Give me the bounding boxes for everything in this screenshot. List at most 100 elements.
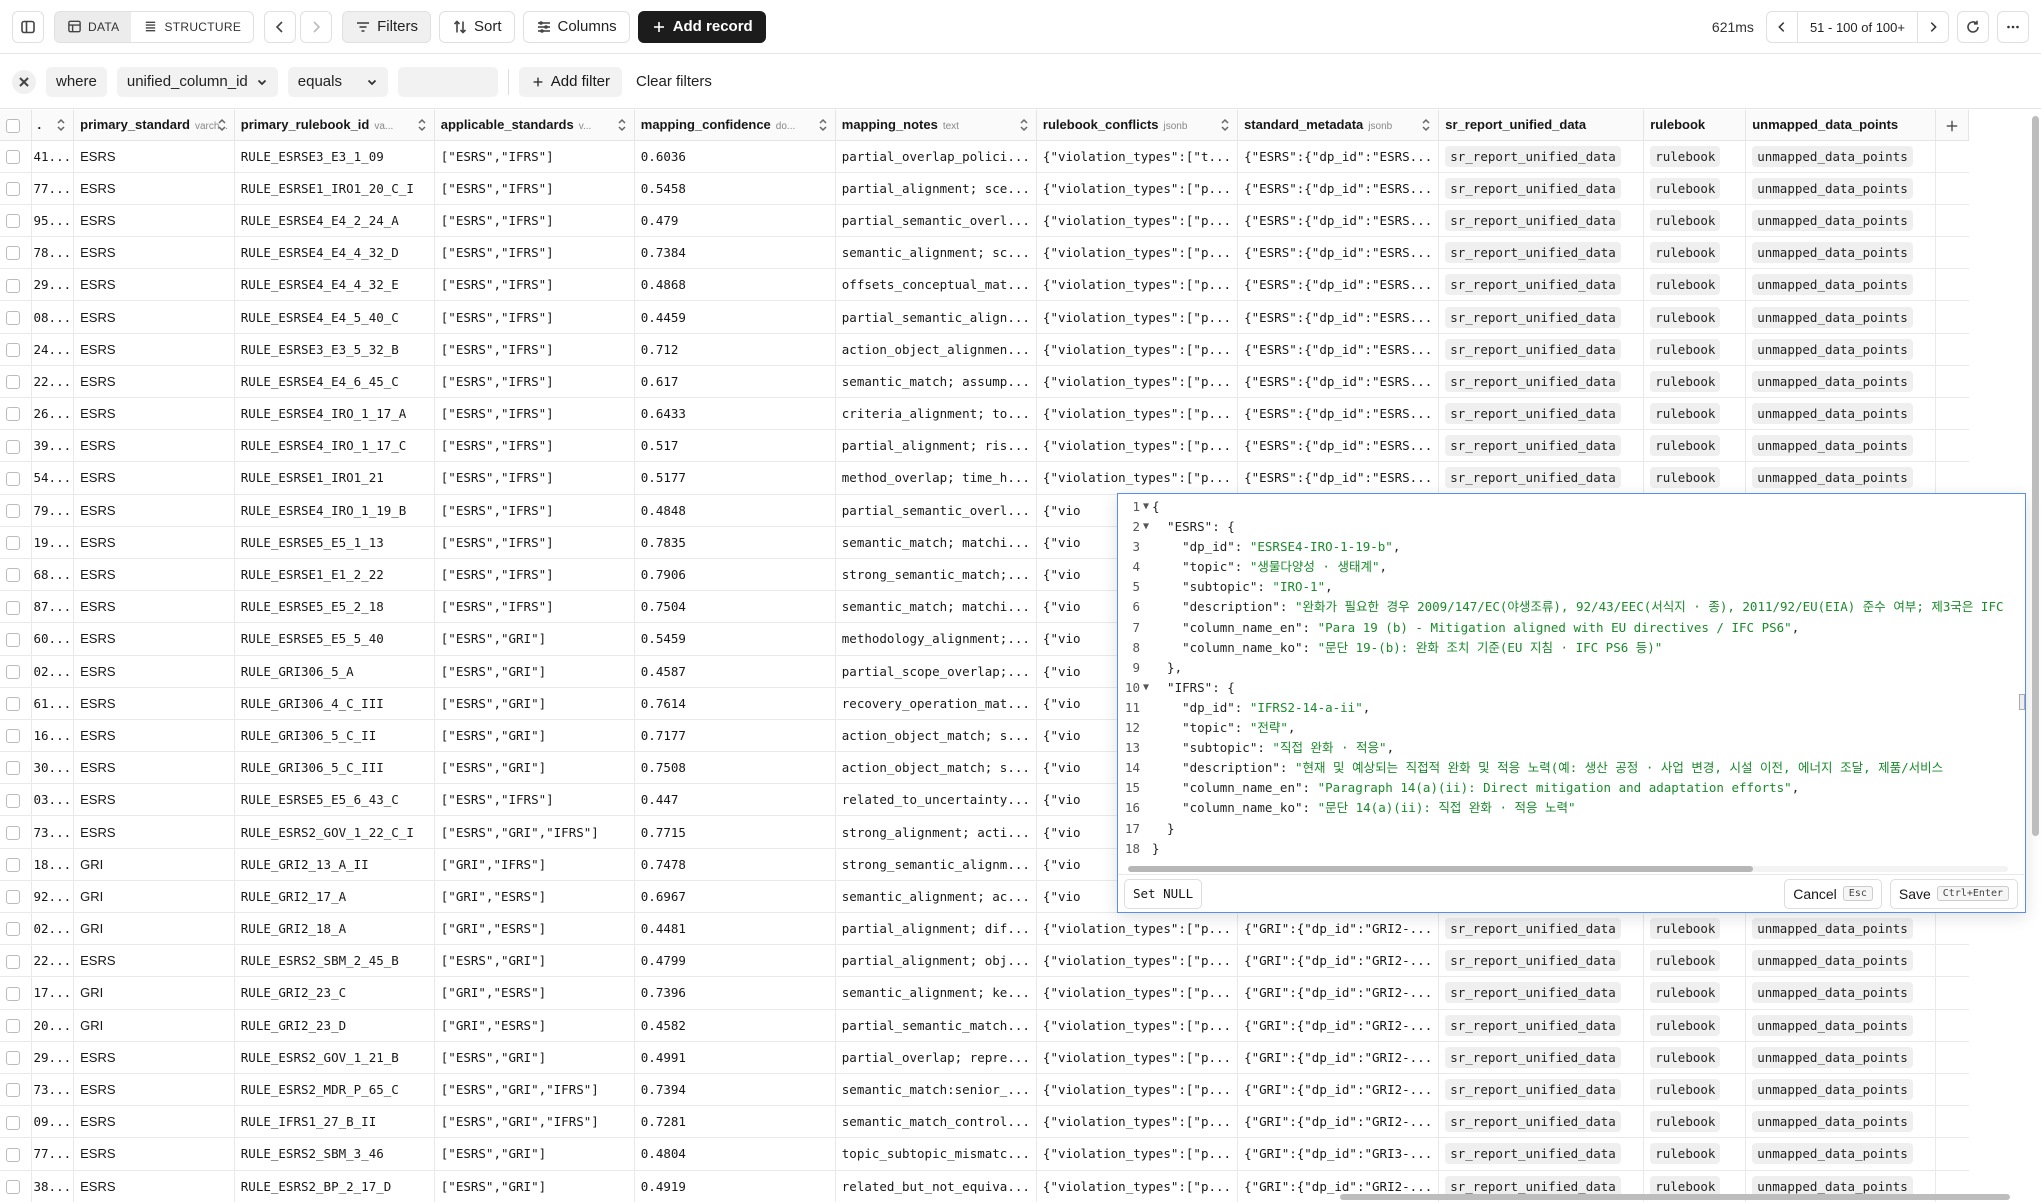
applicable-standards-cell[interactable]: ["ESRS","IFRS"]: [434, 236, 635, 270]
code-line[interactable]: 5 "subtopic": "IRO-1",: [1118, 577, 2024, 597]
standard-metadata-cell[interactable]: {"GRI":{"dp_id":"GRI2-...: [1237, 1041, 1440, 1074]
remove-filter-button[interactable]: [12, 69, 36, 94]
mapping-notes-cell[interactable]: partial_scope_overlap;...: [835, 655, 1037, 688]
primary-rulebook-id-cell[interactable]: RULE_ESRSE5_E5_5_40: [234, 622, 435, 656]
row-checkbox[interactable]: [6, 182, 20, 197]
rulebook-link[interactable]: rulebook: [1643, 397, 1747, 431]
standard-metadata-cell[interactable]: {"GRI":{"dp_id":"GRI2-...: [1237, 944, 1440, 978]
row-select[interactable]: [0, 590, 32, 624]
row-id[interactable]: 92...: [31, 880, 75, 914]
primary-rulebook-id-cell[interactable]: RULE_ESRSE4_E4_4_32_E: [234, 268, 435, 302]
rulebook-link[interactable]: rulebook: [1643, 300, 1747, 334]
primary-rulebook-id-cell[interactable]: RULE_ESRSE1_IRO1_20_C_I: [234, 172, 435, 205]
rulebook-link[interactable]: rulebook: [1643, 429, 1747, 463]
unmapped-data-points-link[interactable]: unmapped_data_points: [1745, 429, 1937, 463]
rulebook-link[interactable]: rulebook: [1643, 268, 1747, 302]
rulebook-conflicts-cell[interactable]: {"violation_types":["p...: [1036, 1105, 1239, 1139]
relation-chip[interactable]: sr_report_unified_data: [1445, 950, 1621, 972]
relation-chip[interactable]: unmapped_data_points: [1752, 467, 1913, 489]
relation-chip[interactable]: rulebook: [1650, 1111, 1721, 1133]
rulebook-link[interactable]: rulebook: [1643, 140, 1747, 173]
relation-chip[interactable]: sr_report_unified_data: [1445, 467, 1621, 489]
table-row[interactable]: 08... ESRS RULE_ESRSE4_E4_5_40_C ["ESRS","I…: [0, 300, 1969, 334]
editor-horizontal-scrollbar[interactable]: [1128, 866, 2008, 872]
applicable-standards-cell[interactable]: ["ESRS","GRI"]: [434, 719, 635, 753]
relation-chip[interactable]: unmapped_data_points: [1752, 242, 1913, 264]
primary-rulebook-id-cell[interactable]: RULE_ESRSE4_IRO_1_17_A: [234, 397, 435, 431]
primary-rulebook-id-cell[interactable]: RULE_ESRSE4_IRO_1_19_B: [234, 494, 435, 527]
relation-chip[interactable]: unmapped_data_points: [1752, 982, 1913, 1004]
standard-metadata-cell[interactable]: {"ESRS":{"dp_id":"ESRS...: [1237, 236, 1440, 270]
relation-chip[interactable]: unmapped_data_points: [1752, 1079, 1913, 1101]
primary-standard-cell[interactable]: ESRS: [73, 558, 235, 592]
relation-chip[interactable]: sr_report_unified_data: [1445, 145, 1621, 167]
primary-standard-cell[interactable]: ESRS: [73, 751, 235, 785]
relation-chip[interactable]: sr_report_unified_data: [1445, 1046, 1621, 1068]
row-id[interactable]: 17...: [31, 976, 75, 1010]
page-range[interactable]: 51 - 100 of 100+: [1796, 12, 1918, 42]
relation-chip[interactable]: sr_report_unified_data: [1445, 306, 1621, 328]
applicable-standards-cell[interactable]: ["ESRS","IFRS"]: [434, 397, 635, 431]
unmapped-data-points-link[interactable]: unmapped_data_points: [1745, 268, 1937, 302]
relation-chip[interactable]: sr_report_unified_data: [1445, 918, 1621, 940]
row-checkbox[interactable]: [6, 375, 20, 390]
row-checkbox[interactable]: [6, 149, 20, 164]
save-button[interactable]: Save Ctrl+Enter: [1889, 878, 2018, 909]
applicable-standards-cell[interactable]: ["ESRS","IFRS"]: [434, 429, 635, 463]
row-checkbox[interactable]: [6, 246, 20, 261]
add-column-button[interactable]: [1935, 110, 1970, 141]
primary-rulebook-id-cell[interactable]: RULE_ESRSE4_E4_6_45_C: [234, 365, 435, 399]
row-select[interactable]: [0, 333, 32, 366]
primary-rulebook-id-cell[interactable]: RULE_GRI2_23_D: [234, 1009, 435, 1042]
row-select[interactable]: [0, 300, 32, 334]
relation-chip[interactable]: sr_report_unified_data: [1445, 1014, 1621, 1036]
mapping-confidence-cell[interactable]: 0.447: [634, 783, 836, 817]
rulebook-link[interactable]: rulebook: [1643, 976, 1747, 1010]
row-checkbox[interactable]: [6, 890, 20, 905]
code-line[interactable]: 8 "column_name_ko": "문단 19-(b): 완화 조치 기준…: [1118, 638, 2024, 658]
code-line[interactable]: 4 "topic": "생물다양성 · 생태계",: [1118, 557, 2024, 577]
code-line[interactable]: 1 ▼{: [1118, 497, 2024, 517]
row-select[interactable]: [0, 429, 32, 463]
mapping-notes-cell[interactable]: partial_semantic_match...: [835, 1009, 1037, 1042]
next-page-button[interactable]: [1918, 12, 1948, 42]
relation-chip[interactable]: sr_report_unified_data: [1445, 435, 1621, 457]
applicable-standards-cell[interactable]: ["ESRS","IFRS"]: [434, 300, 635, 334]
table-row[interactable]: 41... ESRS RULE_ESRSE3_E3_1_09 ["ESRS","IFR…: [0, 140, 1969, 173]
mapping-confidence-cell[interactable]: 0.7715: [634, 815, 836, 849]
code-line[interactable]: 17 }: [1118, 819, 2024, 839]
rulebook-conflicts-cell[interactable]: {"violation_types":["p...: [1036, 912, 1239, 946]
relation-chip[interactable]: rulebook: [1650, 209, 1721, 231]
applicable-standards-cell[interactable]: ["GRI","ESRS"]: [434, 880, 635, 914]
rulebook-conflicts-cell[interactable]: {"violation_types":["p...: [1036, 365, 1239, 399]
column-header-applicable_standards[interactable]: applicable_standards v...: [434, 110, 635, 141]
relation-chip[interactable]: rulebook: [1650, 145, 1721, 167]
primary-rulebook-id-cell[interactable]: RULE_GRI306_4_C_III: [234, 687, 435, 720]
row-checkbox[interactable]: [6, 503, 20, 518]
row-select[interactable]: [0, 880, 32, 914]
sort-toggle[interactable]: [216, 118, 228, 132]
mapping-confidence-cell[interactable]: 0.7906: [634, 558, 836, 592]
sr-report-link[interactable]: sr_report_unified_data: [1438, 300, 1645, 334]
primary-standard-cell[interactable]: ESRS: [73, 300, 235, 334]
primary-rulebook-id-cell[interactable]: RULE_ESRSE3_E3_5_32_B: [234, 333, 435, 366]
row-select[interactable]: [0, 815, 32, 849]
row-id[interactable]: 03...: [31, 783, 75, 817]
row-id[interactable]: 26...: [31, 397, 75, 431]
table-row[interactable]: 54... ESRS RULE_ESRSE1_IRO1_21 ["ESRS","IFR…: [0, 461, 1969, 495]
relation-chip[interactable]: sr_report_unified_data: [1445, 209, 1621, 231]
standard-metadata-cell[interactable]: {"ESRS":{"dp_id":"ESRS...: [1237, 429, 1440, 463]
rulebook-conflicts-cell[interactable]: {"violation_types":["p...: [1036, 461, 1239, 495]
row-select[interactable]: [0, 1073, 32, 1107]
mapping-confidence-cell[interactable]: 0.7177: [634, 719, 836, 753]
sort-toggle[interactable]: [1018, 118, 1030, 132]
relation-chip[interactable]: rulebook: [1650, 242, 1721, 264]
row-select[interactable]: [0, 236, 32, 270]
row-id[interactable]: 73...: [31, 1073, 75, 1107]
primary-rulebook-id-cell[interactable]: RULE_ESRSE3_E3_1_09: [234, 140, 435, 173]
fold-toggle-icon[interactable]: ▼: [1140, 497, 1152, 517]
primary-standard-cell[interactable]: ESRS: [73, 268, 235, 302]
primary-standard-cell[interactable]: ESRS: [73, 1041, 235, 1074]
set-null-button[interactable]: Set NULL: [1124, 878, 1203, 909]
relation-chip[interactable]: unmapped_data_points: [1752, 1046, 1913, 1068]
